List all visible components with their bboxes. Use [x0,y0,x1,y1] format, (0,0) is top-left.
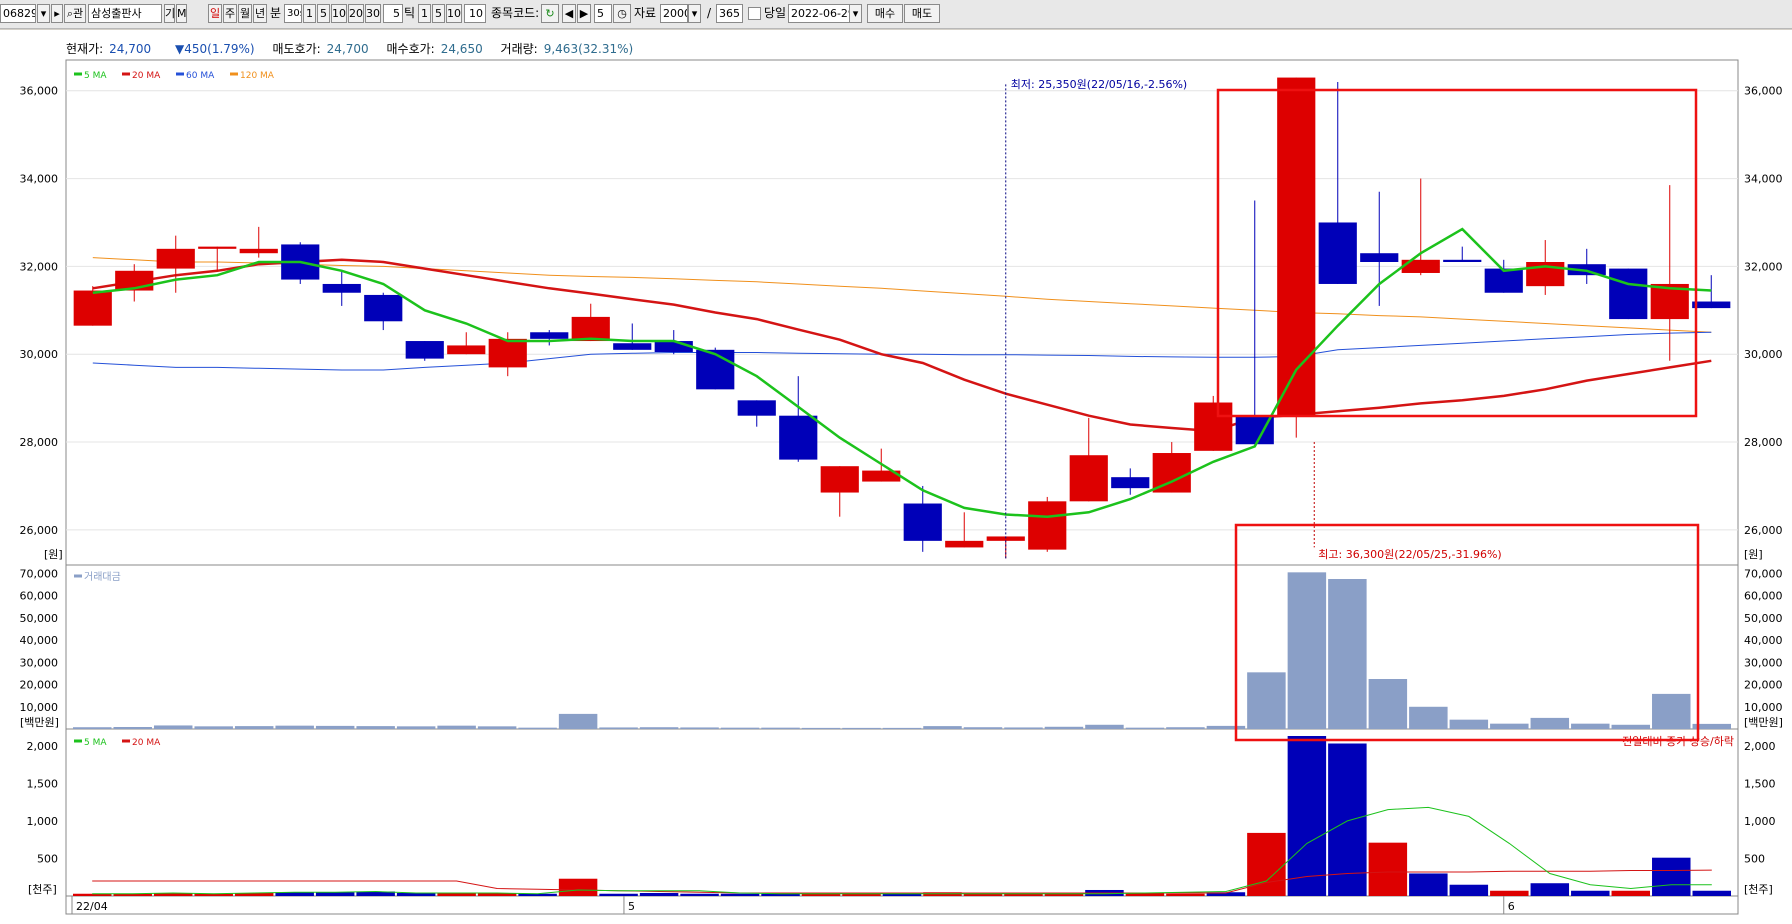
volume-label: 거래량: [500,42,538,56]
data-label: 자료 [634,6,657,20]
tick-1-button[interactable]: 1 [418,4,431,23]
price-label: 현재가: [66,42,104,56]
prev-icon[interactable]: ◀ [562,4,576,23]
code-label: 종목코드: [491,6,540,20]
today-label: 당일 [764,6,787,20]
bid-label: 매수호가: [386,42,435,56]
step-input[interactable]: 5 [594,4,612,23]
buy-button[interactable]: 매수 [867,4,903,23]
minute-1-button[interactable]: 1 [303,4,316,23]
chevron-down-icon[interactable]: ▾ [688,4,701,23]
refresh-icon[interactable]: ↻ [541,4,559,23]
current-price: 24,700 [109,42,152,56]
toolbar: 068290 ▾ ▸ ⌕관 삼성출판사 기 M 일 주 월 년 분 30s 1 … [0,0,1792,29]
minute-5-button[interactable]: 5 [317,4,330,23]
ask-label: 매도호가: [272,42,321,56]
slash-label: / [707,6,712,20]
minute-input[interactable]: 30s [284,4,302,23]
minute-30-button[interactable]: 30 [365,4,381,23]
minute-20-button[interactable]: 20 [348,4,364,23]
period-day-button[interactable]: 일 [208,4,222,23]
minute-10-button[interactable]: 10 [331,4,347,23]
next-icon[interactable]: ▶ [577,4,591,23]
period-month-button[interactable]: 월 [238,4,252,23]
clock-icon[interactable]: ◷ [613,4,631,23]
m-button[interactable]: M [176,4,187,23]
bid-price: 24,650 [440,42,483,56]
today-checkbox[interactable] [748,7,761,20]
chevron-down-icon[interactable]: ▾ [849,4,862,23]
date-field[interactable]: 2022-06-29 [788,4,850,23]
tick-input[interactable]: 5 [383,4,403,23]
tick-label: 틱 [404,6,416,20]
price-status-bar: 현재가: 24,700 ▼450(1.79%) 매도호가: 24,700 매수호가:… [66,38,1738,61]
price-change: ▼450(1.79%) [175,42,255,56]
play-icon[interactable]: ▸ [51,4,63,23]
minute-label: 분 [270,6,282,20]
stock-name-field[interactable]: 삼성출판사 [88,4,162,23]
tick-5-button[interactable]: 5 [432,4,445,23]
stock-code-input[interactable]: 068290 [0,4,36,23]
volume-value: 9,463(32.31%) [543,42,634,56]
days-input[interactable]: 365 [716,4,743,23]
sell-button[interactable]: 매도 [904,4,940,23]
data-count-select[interactable]: 2000 [660,4,688,23]
tick-10-button[interactable]: 10 [446,4,462,23]
period-year-button[interactable]: 년 [253,4,267,23]
tick-count-input[interactable]: 10 [464,4,486,23]
period-week-button[interactable]: 주 [223,4,237,23]
ask-price: 24,700 [326,42,369,56]
gi-button[interactable]: 기 [164,4,175,23]
chevron-down-icon[interactable]: ▾ [37,4,50,23]
search-button[interactable]: ⌕관 [64,4,86,23]
chart-area [0,30,1792,924]
